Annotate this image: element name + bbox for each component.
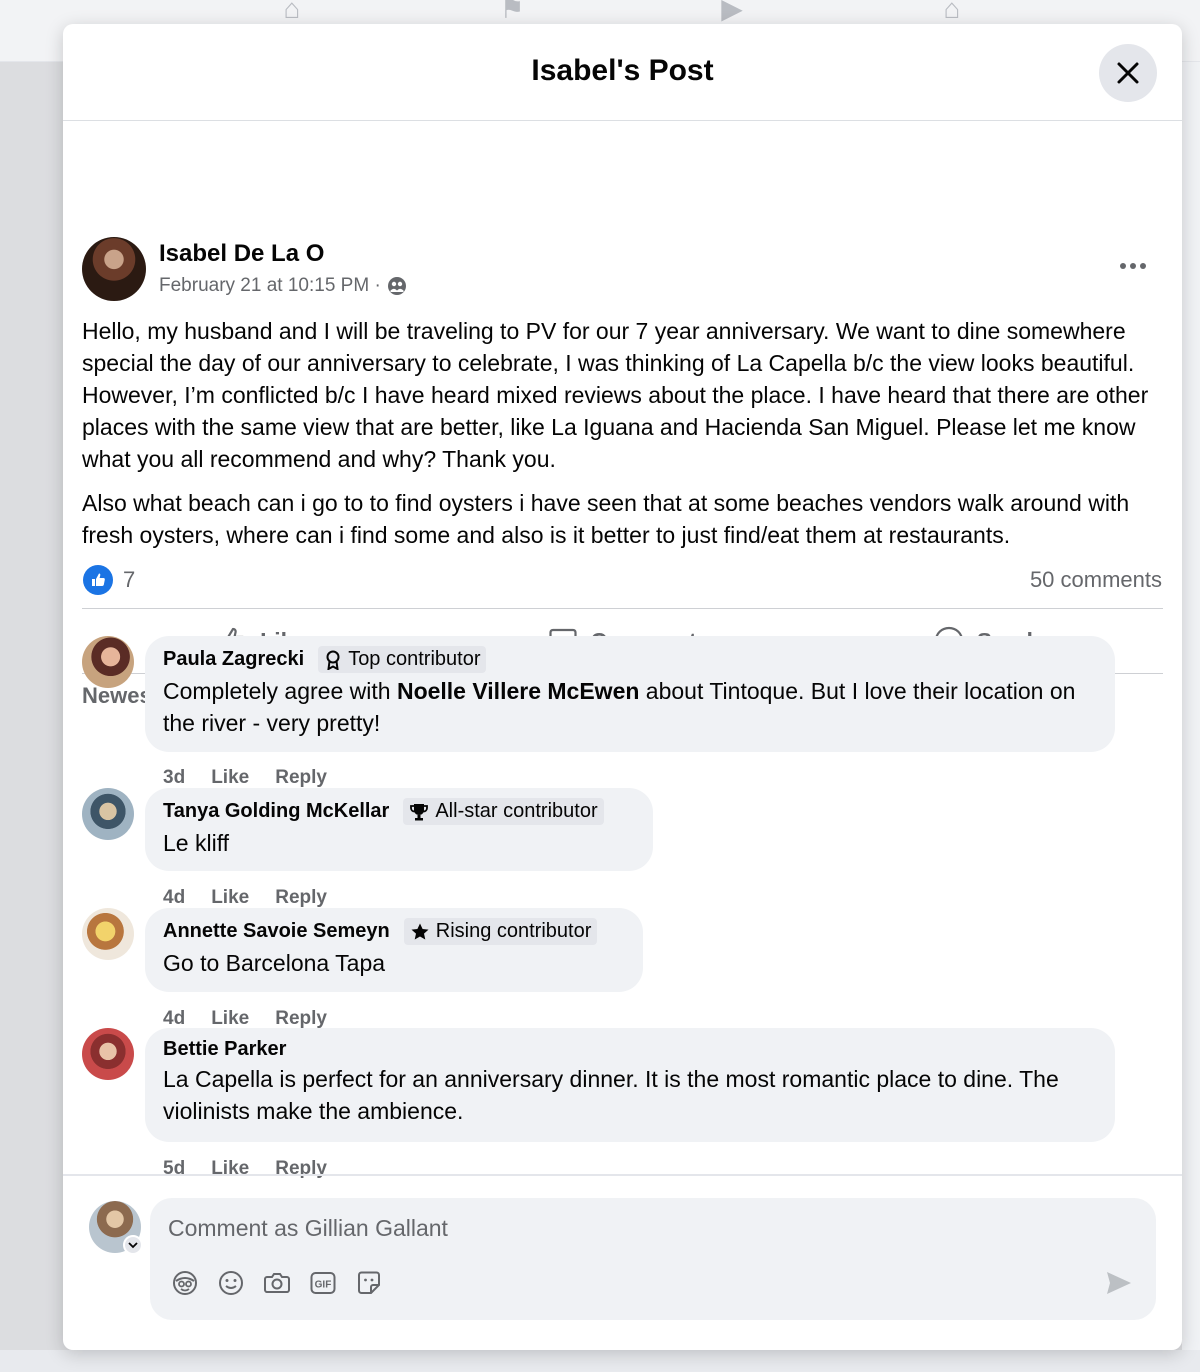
comment-meta: 4d Like Reply	[163, 1008, 327, 1030]
comment-like-button[interactable]: Like	[211, 887, 249, 909]
background-feed-edge	[1182, 62, 1200, 1372]
comment-text: Le kliff	[163, 830, 230, 856]
close-icon	[1117, 62, 1139, 84]
comment-meta: 5d Like Reply	[163, 1158, 327, 1180]
send-comment-button[interactable]	[1102, 1268, 1136, 1298]
comment-text: La Capella is perfect for an anniversary…	[163, 1066, 1059, 1124]
comment-reply-button[interactable]: Reply	[275, 1158, 327, 1180]
chevron-down-icon	[128, 1242, 138, 1249]
emoji-icon	[219, 1271, 243, 1295]
comment-like-button[interactable]: Like	[211, 767, 249, 789]
badge-label: Top contributor	[348, 648, 481, 670]
avatar-sticker-icon	[173, 1271, 197, 1295]
comment-time[interactable]: 4d	[163, 887, 185, 909]
comment-time[interactable]: 4d	[163, 1008, 185, 1030]
badge-label: Rising contributor	[435, 920, 592, 942]
home-icon: ⌂	[283, 0, 301, 24]
like-reaction-icon	[83, 565, 113, 595]
contributor-badge[interactable]: Top contributor	[318, 646, 487, 673]
comment-text: Completely agree with Noelle Villere McE…	[163, 675, 1095, 739]
gif-button[interactable]: GIF	[308, 1268, 338, 1298]
award-icon	[326, 650, 340, 670]
author-avatar[interactable]	[82, 237, 146, 301]
profile-switch-button[interactable]	[123, 1235, 143, 1255]
comment-like-button[interactable]: Like	[211, 1158, 249, 1180]
comment-text-part: Completely agree with	[163, 678, 397, 704]
comment-bubble: Paula Zagrecki Top contributor Completel…	[145, 636, 1115, 752]
send-icon	[1107, 1272, 1131, 1294]
author-name[interactable]: Isabel De La O	[159, 240, 324, 268]
comment-reply-button[interactable]: Reply	[275, 887, 327, 909]
post-meta: February 21 at 10:15 PM ·	[159, 275, 407, 297]
commenter-avatar[interactable]	[82, 908, 134, 960]
camera-icon	[264, 1273, 290, 1293]
mentioned-user-link[interactable]: Noelle Villere McEwen	[397, 678, 639, 704]
comment-reply-button[interactable]: Reply	[275, 767, 327, 789]
more-icon	[1120, 263, 1146, 269]
commenter-name[interactable]: Annette Savoie Semeyn	[163, 920, 390, 943]
commenter-name[interactable]: Paula Zagrecki	[163, 648, 304, 671]
comment-reply-button[interactable]: Reply	[275, 1008, 327, 1030]
dialog-title: Isabel's Post	[531, 54, 714, 87]
more-options-button[interactable]	[1113, 251, 1153, 281]
sticker-icon	[358, 1271, 380, 1294]
commenter-avatar[interactable]	[82, 1028, 134, 1080]
comment-meta: 4d Like Reply	[163, 887, 327, 909]
reaction-summary[interactable]: 7	[83, 565, 135, 595]
star-icon	[411, 923, 429, 939]
composer-toolbar: GIF	[170, 1268, 384, 1298]
commenter-name[interactable]: Tanya Golding McKellar	[163, 800, 389, 823]
comment-composer: GIF	[150, 1198, 1156, 1320]
post-timestamp[interactable]: February 21 at 10:15 PM ·	[159, 275, 381, 297]
composer-divider	[63, 1174, 1182, 1176]
emoji-button[interactable]	[216, 1268, 246, 1298]
comment-bubble: Tanya Golding McKellar All-star contribu…	[145, 788, 653, 871]
post-paragraph: Hello, my husband and I will be travelin…	[82, 318, 1149, 472]
photo-button[interactable]	[262, 1268, 292, 1298]
dialog-header: Isabel's Post	[63, 24, 1182, 121]
background-feed-bottom	[0, 1350, 1200, 1372]
post-dialog: Isabel's Post Isabel De La O February 21…	[63, 24, 1182, 1350]
comment-meta: 3d Like Reply	[163, 767, 327, 789]
friends-icon	[387, 277, 406, 295]
sticker-button[interactable]	[354, 1268, 384, 1298]
comment-count[interactable]: 50 comments	[1030, 567, 1162, 593]
close-button[interactable]	[1099, 44, 1157, 102]
commenter-avatar[interactable]	[82, 788, 134, 840]
comment-bubble: Bettie Parker La Capella is perfect for …	[145, 1028, 1115, 1142]
flag-icon: ⚑	[499, 0, 525, 24]
contributor-badge[interactable]: All-star contributor	[403, 798, 604, 825]
like-count: 7	[123, 567, 136, 592]
gif-icon: GIF	[310, 1272, 336, 1294]
contributor-badge[interactable]: Rising contributor	[403, 918, 598, 945]
badge-label: All-star contributor	[435, 800, 598, 822]
comment-time[interactable]: 3d	[163, 767, 185, 789]
trophy-icon	[410, 803, 429, 820]
svg-text:GIF: GIF	[315, 1280, 332, 1291]
comment-bubble: Annette Savoie Semeyn Rising contributor…	[145, 908, 643, 992]
post-paragraph: Also what beach can i go to to find oyst…	[82, 490, 1130, 548]
post-body: Hello, my husband and I will be travelin…	[82, 315, 1167, 563]
commenter-avatar[interactable]	[82, 636, 134, 688]
avatar-sticker-button[interactable]	[170, 1268, 200, 1298]
comment-time[interactable]: 5d	[163, 1158, 185, 1180]
comment-like-button[interactable]: Like	[211, 1008, 249, 1030]
comment-input[interactable]	[168, 1212, 1068, 1244]
video-icon: ▶	[721, 0, 743, 24]
comment-text: Go to Barcelona Tapa	[163, 950, 386, 976]
commenter-name[interactable]: Bettie Parker	[163, 1038, 286, 1061]
marketplace-icon: ⌂	[943, 0, 961, 24]
